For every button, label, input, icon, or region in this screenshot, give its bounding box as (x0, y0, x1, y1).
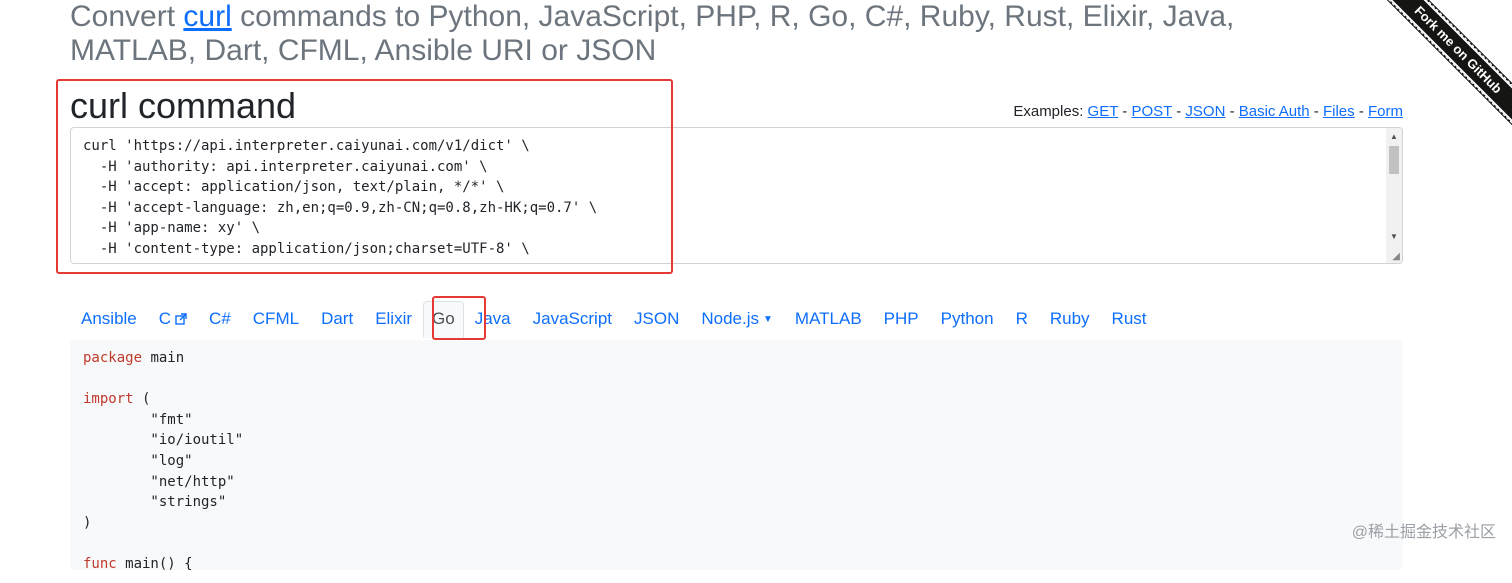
tab-label: JavaScript (532, 309, 613, 328)
examples-bar: Examples: GET - POST - JSON - Basic Auth… (1013, 103, 1403, 120)
code-text: ) (83, 514, 92, 531)
tab-ruby[interactable]: Ruby (1039, 301, 1101, 337)
tab-label: Node.js (701, 309, 759, 328)
language-tabs: Ansible C C# CFML Dart Elixir Go Java JavaScript… (70, 300, 1158, 338)
go-tab-highlight (432, 296, 486, 340)
code-text: main() { (116, 555, 193, 572)
code-keyword: package (83, 350, 143, 366)
tab-label: C (158, 309, 172, 328)
scroll-down-icon[interactable]: ▼ (1390, 232, 1398, 241)
example-link-post[interactable]: POST (1131, 103, 1172, 120)
example-link-get[interactable]: GET (1088, 103, 1119, 120)
tab-javascript[interactable]: JavaScript (522, 301, 623, 337)
tab-label: C# (209, 309, 231, 328)
tab-label: Ansible (81, 309, 137, 328)
tab-rust[interactable]: Rust (1101, 301, 1158, 337)
tab-elixir[interactable]: Elixir (364, 301, 423, 337)
code-line: func main() { (83, 556, 193, 572)
tab-python[interactable]: Python (930, 301, 1005, 337)
tab-ansible[interactable]: Ansible (70, 301, 148, 337)
examples-separator: - (1225, 103, 1239, 120)
headline-prefix: Convert (70, 0, 184, 33)
code-text: "net/http" (83, 473, 235, 490)
textarea-scrollbar[interactable]: ▲ ▼ (1386, 128, 1402, 263)
code-text: ( (133, 391, 151, 408)
example-link-basic-auth[interactable]: Basic Auth (1239, 103, 1310, 120)
tab-label: Dart (321, 309, 354, 328)
watermark: @稀土掘金技术社区 (1351, 524, 1496, 541)
external-link-icon (175, 313, 187, 325)
examples-separator: - (1172, 103, 1186, 120)
tab-label: MATLAB (794, 309, 862, 328)
tab-cfml[interactable]: CFML (242, 301, 310, 337)
examples-separator: - (1309, 103, 1323, 120)
page-headline: Convert curl commands to Python, JavaScr… (70, 0, 1250, 68)
examples-label: Examples: (1013, 103, 1084, 120)
tab-label: PHP (883, 309, 919, 328)
code-text: "strings" (83, 494, 227, 511)
generated-code-text: package main import ( "fmt" "io/ioutil" … (70, 340, 1403, 583)
tab-label: CFML (252, 309, 300, 328)
headline-suffix: commands to Python, JavaScript, PHP, R, … (70, 0, 1235, 67)
examples-separator: - (1118, 103, 1132, 120)
code-keyword: func (83, 555, 117, 572)
tab-r[interactable]: R (1005, 301, 1039, 337)
resize-handle-icon[interactable]: ◢ (1392, 251, 1400, 262)
code-line: "strings" (83, 494, 226, 510)
tab-label: Rust (1111, 309, 1147, 328)
tab-label: Elixir (375, 309, 413, 328)
tab-c#[interactable]: C# (198, 301, 242, 337)
scrollbar-thumb[interactable] (1389, 146, 1399, 174)
tab-json[interactable]: JSON (623, 301, 690, 337)
code-text: "log" (83, 452, 193, 469)
caret-down-icon: ▼ (763, 313, 773, 325)
tab-matlab[interactable]: MATLAB (784, 301, 873, 337)
tab-c[interactable]: C (148, 301, 198, 337)
code-text: "io/ioutil" (83, 432, 244, 449)
generated-code-output: package main import ( "fmt" "io/ioutil" … (70, 340, 1403, 572)
tab-label: Ruby (1049, 309, 1090, 328)
curl-link[interactable]: curl (183, 0, 231, 33)
code-text: main (142, 350, 185, 366)
tab-label: R (1015, 309, 1028, 328)
tab-dart[interactable]: Dart (310, 301, 364, 337)
code-text: "fmt" (83, 411, 193, 428)
code-line: package main (83, 350, 184, 366)
code-keyword: import (83, 391, 134, 408)
example-link-json[interactable]: JSON (1185, 103, 1225, 120)
example-link-form[interactable]: Form (1368, 103, 1403, 120)
example-link-files[interactable]: Files (1323, 103, 1355, 120)
scroll-up-icon[interactable]: ▲ (1390, 132, 1398, 141)
tab-label: Python (940, 309, 994, 328)
tab-node-js[interactable]: Node.js ▼ (690, 301, 784, 337)
code-line: "log" (83, 452, 193, 469)
code-line: import ( (83, 391, 150, 407)
code-line: "fmt" (83, 411, 193, 428)
code-line: "io/ioutil" (83, 432, 243, 448)
code-line: "net/http" (83, 473, 235, 490)
tab-php[interactable]: PHP (873, 301, 930, 337)
tab-label: JSON (634, 309, 680, 328)
curl-section-highlight (56, 79, 673, 274)
examples-separator: - (1354, 103, 1368, 120)
code-line: ) (83, 515, 91, 531)
